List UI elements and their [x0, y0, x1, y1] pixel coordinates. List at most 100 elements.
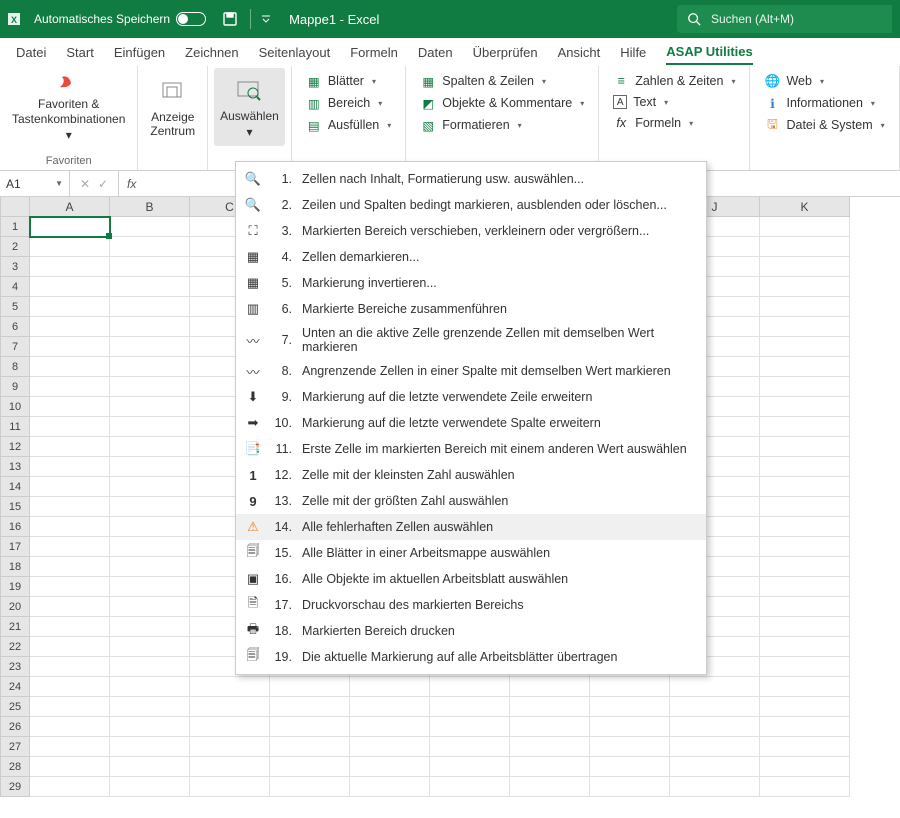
select-all-corner[interactable]: [0, 197, 30, 217]
cell[interactable]: [670, 757, 760, 777]
cell[interactable]: [270, 757, 350, 777]
autosave-toggle[interactable]: Automatisches Speichern: [34, 12, 206, 26]
menu-item-15[interactable]: 🗐15.Alle Blätter in einer Arbeitsmappe a…: [236, 540, 706, 566]
menu-item-4[interactable]: ▦4.Zellen demarkieren...: [236, 244, 706, 270]
cell[interactable]: [190, 677, 270, 697]
row-header[interactable]: 12: [0, 437, 30, 457]
cell[interactable]: [30, 457, 110, 477]
cell[interactable]: [110, 377, 190, 397]
tab-formeln[interactable]: Formeln: [350, 41, 398, 64]
cell[interactable]: [30, 777, 110, 797]
cell[interactable]: [510, 757, 590, 777]
cmd-blaetter[interactable]: ▦Blätter▾: [302, 70, 395, 92]
row-header[interactable]: 2: [0, 237, 30, 257]
cell[interactable]: [590, 677, 670, 697]
cell[interactable]: [270, 737, 350, 757]
cell[interactable]: [760, 217, 850, 237]
cell[interactable]: [30, 557, 110, 577]
cell[interactable]: [760, 757, 850, 777]
row-header[interactable]: 15: [0, 497, 30, 517]
menu-item-9[interactable]: ⬇9.Markierung auf die letzte verwendete …: [236, 384, 706, 410]
menu-item-6[interactable]: ▥6.Markierte Bereiche zusammenführen: [236, 296, 706, 322]
cell[interactable]: [670, 677, 760, 697]
tab-asap-utilities[interactable]: ASAP Utilities: [666, 40, 752, 65]
row-header[interactable]: 21: [0, 617, 30, 637]
cell[interactable]: [760, 337, 850, 357]
fx-icon[interactable]: fx: [119, 177, 144, 191]
menu-item-19[interactable]: 🗐19.Die aktuelle Markierung auf alle Arb…: [236, 644, 706, 670]
cell[interactable]: [190, 737, 270, 757]
cell[interactable]: [350, 697, 430, 717]
cell[interactable]: [270, 717, 350, 737]
tab-einfuegen[interactable]: Einfügen: [114, 41, 165, 64]
cell[interactable]: [510, 697, 590, 717]
cell[interactable]: [110, 617, 190, 637]
row-header[interactable]: 13: [0, 457, 30, 477]
menu-item-1[interactable]: 🔍1.Zellen nach Inhalt, Formatierung usw.…: [236, 166, 706, 192]
row-header[interactable]: 4: [0, 277, 30, 297]
row-header[interactable]: 20: [0, 597, 30, 617]
cell[interactable]: [110, 397, 190, 417]
menu-item-3[interactable]: ⛶3.Markierten Bereich verschieben, verkl…: [236, 218, 706, 244]
cell[interactable]: [760, 457, 850, 477]
cell[interactable]: [30, 597, 110, 617]
cell[interactable]: [760, 237, 850, 257]
cell[interactable]: [760, 257, 850, 277]
column-header[interactable]: A: [30, 197, 110, 217]
cell[interactable]: [190, 757, 270, 777]
row-header[interactable]: 9: [0, 377, 30, 397]
menu-item-13[interactable]: 913.Zelle mit der größten Zahl auswählen: [236, 488, 706, 514]
cmd-informationen[interactable]: ℹInformationen▾: [760, 92, 888, 114]
row-header[interactable]: 27: [0, 737, 30, 757]
cell[interactable]: [110, 777, 190, 797]
cell[interactable]: [510, 717, 590, 737]
name-box[interactable]: A1 ▼: [0, 171, 70, 196]
cell[interactable]: [30, 577, 110, 597]
cell[interactable]: [110, 317, 190, 337]
cell[interactable]: [110, 257, 190, 277]
cell[interactable]: [30, 637, 110, 657]
menu-item-14[interactable]: ⚠14.Alle fehlerhaften Zellen auswählen: [236, 514, 706, 540]
cell[interactable]: [510, 777, 590, 797]
cell[interactable]: [30, 397, 110, 417]
cell[interactable]: [30, 337, 110, 357]
qat-customize-icon[interactable]: [257, 14, 275, 24]
cell[interactable]: [110, 577, 190, 597]
cell[interactable]: [760, 597, 850, 617]
row-header[interactable]: 18: [0, 557, 30, 577]
cell[interactable]: [670, 717, 760, 737]
cell[interactable]: [30, 437, 110, 457]
confirm-icon[interactable]: ✓: [96, 177, 110, 191]
cell[interactable]: [590, 697, 670, 717]
cmd-bereich[interactable]: ▥Bereich▾: [302, 92, 395, 114]
cell[interactable]: [430, 777, 510, 797]
cell[interactable]: [350, 777, 430, 797]
cell[interactable]: [350, 717, 430, 737]
cell[interactable]: [110, 417, 190, 437]
save-icon[interactable]: [218, 7, 242, 31]
cell[interactable]: [110, 237, 190, 257]
cell[interactable]: [760, 317, 850, 337]
cell[interactable]: [760, 637, 850, 657]
cell[interactable]: [760, 537, 850, 557]
tab-seitenlayout[interactable]: Seitenlayout: [259, 41, 331, 64]
cell[interactable]: [30, 617, 110, 637]
cell[interactable]: [30, 677, 110, 697]
cmd-objekte[interactable]: ◩Objekte & Kommentare▾: [416, 92, 588, 114]
cell[interactable]: [510, 677, 590, 697]
cell[interactable]: [30, 277, 110, 297]
cell[interactable]: [430, 717, 510, 737]
menu-item-7[interactable]: 〰7.Unten an die aktive Zelle grenzende Z…: [236, 322, 706, 358]
cell[interactable]: [760, 417, 850, 437]
cell[interactable]: [760, 357, 850, 377]
cmd-formeln[interactable]: fxFormeln▾: [609, 112, 739, 134]
row-header[interactable]: 17: [0, 537, 30, 557]
row-header[interactable]: 1: [0, 217, 30, 237]
cell[interactable]: [190, 697, 270, 717]
cell[interactable]: [760, 397, 850, 417]
cell[interactable]: [760, 737, 850, 757]
row-header[interactable]: 24: [0, 677, 30, 697]
row-header[interactable]: 3: [0, 257, 30, 277]
cell[interactable]: [110, 677, 190, 697]
cell[interactable]: [760, 497, 850, 517]
